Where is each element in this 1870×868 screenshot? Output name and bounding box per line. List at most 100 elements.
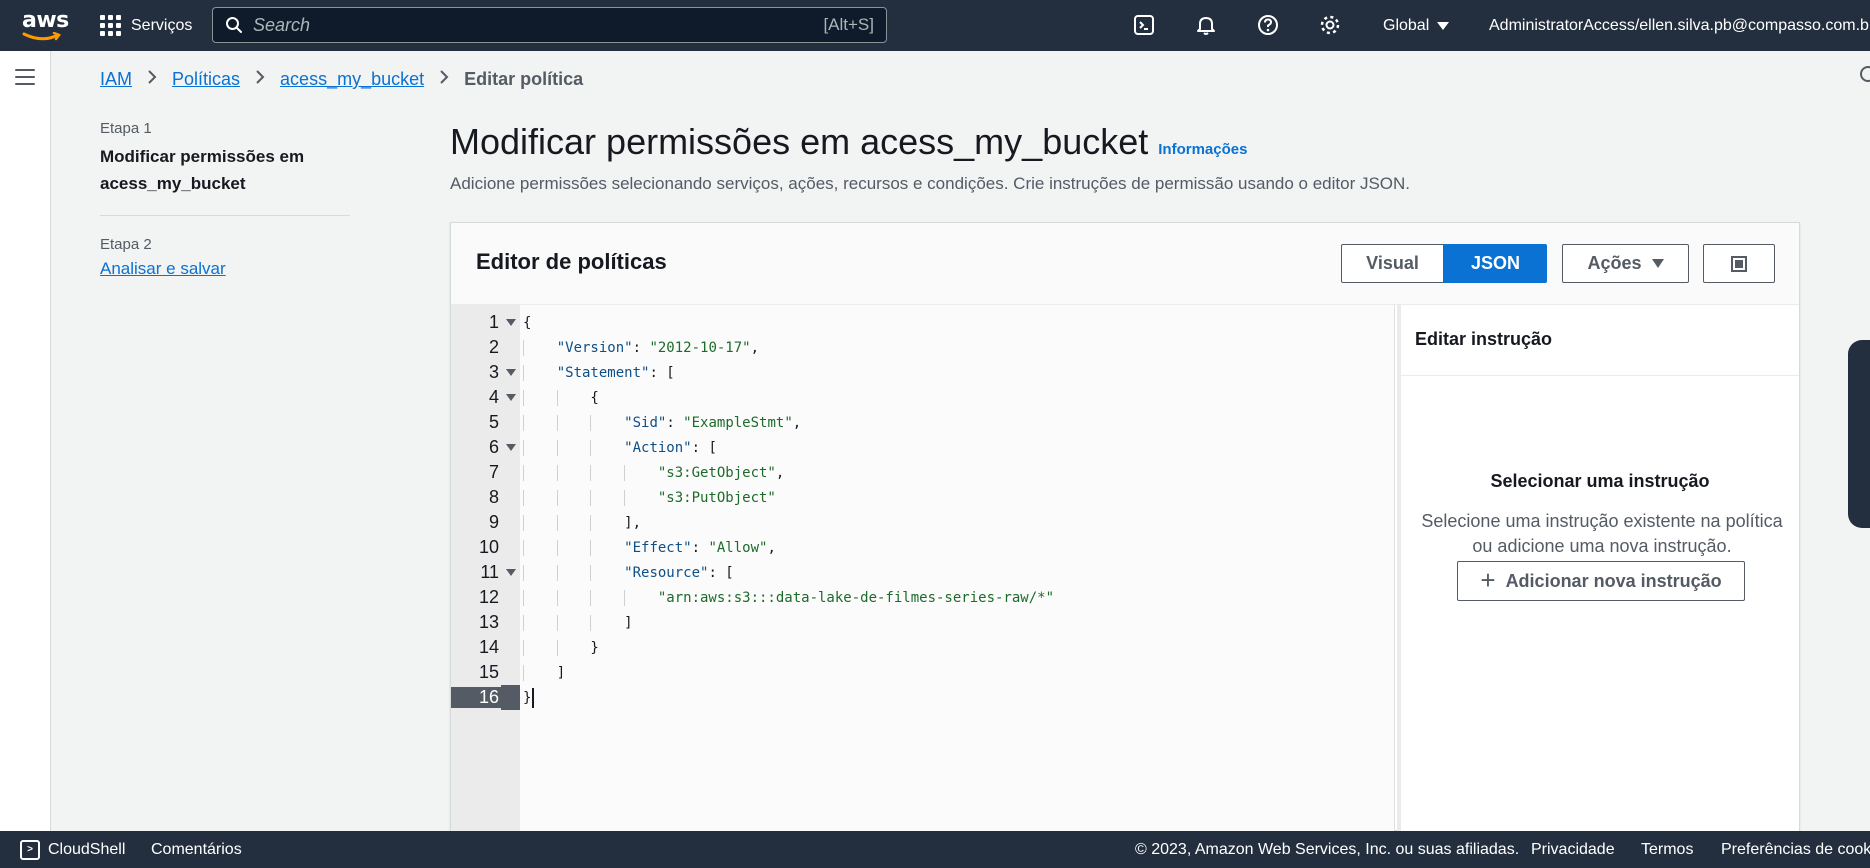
indent-guide [590,589,592,606]
code-line[interactable]: 13 ] [451,610,1395,635]
fold-gutter [501,510,520,535]
code-line[interactable]: 10 "Effect": "Allow", [451,535,1395,560]
code-text: } [520,687,535,708]
search-input[interactable] [243,14,824,36]
aws-smile-icon [22,32,61,41]
fold-gutter [501,610,520,635]
indent-guide [556,514,558,531]
indent-guide [556,439,558,456]
fold-icon[interactable] [505,444,516,451]
code-text: "Statement": [ [520,364,675,381]
indent-guide [624,464,626,481]
breadcrumb-policies[interactable]: Políticas [172,69,240,90]
indent-guide [523,664,524,681]
feedback-side-tab[interactable] [1848,340,1870,528]
add-new-statement-button[interactable]: + Adicionar nova instrução [1457,561,1745,601]
editor-mode-toggle: Visual JSON [1341,244,1547,283]
fold-icon[interactable] [505,569,516,576]
cloudshell-label: CloudShell [48,840,126,858]
account-menu[interactable]: AdministratorAccess/ellen.silva.pb@compa… [1489,0,1870,51]
policy-editor-card: Editor de políticas Visual JSON Ações 1{… [450,222,1800,832]
fold-gutter[interactable] [501,310,520,335]
indent-guide [556,414,558,431]
step-1-label: Etapa 1 [100,120,152,137]
code-line[interactable]: 16} [451,685,1395,710]
fold-gutter [501,460,520,485]
code-line[interactable]: 9 ], [451,510,1395,535]
line-number: 9 [488,512,499,532]
hamburger-icon[interactable] [15,69,35,85]
indent-guide [523,564,524,581]
select-statement-description: Selecione uma instrução existente na pol… [1421,511,1783,556]
page-description: Adicione permissões selecionando serviço… [450,174,1411,193]
json-code-editor[interactable]: 1{2 "Version": "2012-10-17", 3 "Statement… [451,305,1395,832]
code-line[interactable]: 4 { [451,385,1395,410]
line-number: 6 [488,437,499,457]
indent-guide [590,614,592,631]
code-text: "Effect": "Allow", [520,539,776,556]
aws-logo[interactable]: aws [22,8,69,42]
line-number: 7 [488,462,499,482]
region-selector[interactable]: Global [1383,0,1450,51]
fold-icon[interactable] [505,369,516,376]
page-title-wrap: Modificar permissões em acess_my_bucket … [450,121,1247,163]
tab-visual[interactable]: Visual [1341,244,1444,283]
code-text: "s3:GetObject", [520,464,784,481]
help-panel-icon[interactable] [1860,66,1870,82]
page-title: Modificar permissões em acess_my_bucket [450,121,1149,162]
bell-icon[interactable] [1194,13,1218,37]
toggle-panel-button[interactable] [1703,244,1775,283]
step-2-link[interactable]: Analisar e salvar [100,259,226,279]
terms-link[interactable]: Termos [1641,841,1693,859]
fold-gutter [501,685,520,710]
chevron-right-icon [438,69,450,90]
indent-guide [523,614,524,631]
edit-statement-panel: Editar instrução Selecionar uma instruçã… [1397,305,1799,832]
indent-guide [624,489,626,506]
cookie-preferences-link[interactable]: Preferências de cookies [1721,841,1870,859]
code-line[interactable]: 6 "Action": [ [451,435,1395,460]
code-text: "Action": [ [520,439,717,456]
actions-label: Ações [1587,253,1642,273]
feedback-link[interactable]: Comentários [151,841,242,859]
code-line[interactable]: 12 "arn:aws:s3:::data-lake-de-filmes-ser… [451,585,1395,610]
indent-guide [523,589,524,606]
code-line[interactable]: 11 "Resource": [ [451,560,1395,585]
info-link[interactable]: Informações [1158,141,1247,158]
code-line[interactable]: 1{ [451,310,1395,335]
fold-gutter[interactable] [501,385,520,410]
tab-json[interactable]: JSON [1444,244,1547,283]
cloudshell-icon: > [20,839,40,860]
actions-dropdown[interactable]: Ações [1562,244,1689,283]
code-line[interactable]: 14 } [451,635,1395,660]
indent-guide [523,464,524,481]
search-bar[interactable]: [Alt+S] [212,7,887,43]
cloudshell-footer-button[interactable]: > CloudShell [20,839,126,860]
breadcrumb-current: Editar política [464,69,584,89]
code-text: "Resource": [ [520,564,734,581]
code-line[interactable]: 3 "Statement": [ [451,360,1395,385]
indent-guide [523,364,524,381]
help-icon[interactable] [1256,13,1280,37]
fold-icon[interactable] [505,319,516,326]
code-text: ] [523,614,633,631]
code-text: "Version": "2012-10-17", [520,339,759,356]
cloudshell-icon[interactable] [1132,13,1156,37]
services-menu[interactable]: Serviços [100,0,192,51]
fold-gutter[interactable] [501,560,520,585]
indent-guide [523,389,524,406]
code-line[interactable]: 8 "s3:PutObject" [451,485,1395,510]
line-number: 15 [478,662,499,682]
code-line[interactable]: 2 "Version": "2012-10-17", [451,335,1395,360]
fold-gutter[interactable] [501,360,520,385]
privacy-link[interactable]: Privacidade [1531,841,1615,859]
fold-icon[interactable] [505,394,516,401]
fold-gutter[interactable] [501,435,520,460]
code-line[interactable]: 5 "Sid": "ExampleStmt", [451,410,1395,435]
breadcrumb-iam[interactable]: IAM [100,69,132,90]
gear-icon[interactable] [1318,13,1342,37]
code-line[interactable]: 15 ] [451,660,1395,685]
indent-guide [523,414,524,431]
breadcrumb-policy-name[interactable]: acess_my_bucket [280,69,424,90]
code-line[interactable]: 7 "s3:GetObject", [451,460,1395,485]
